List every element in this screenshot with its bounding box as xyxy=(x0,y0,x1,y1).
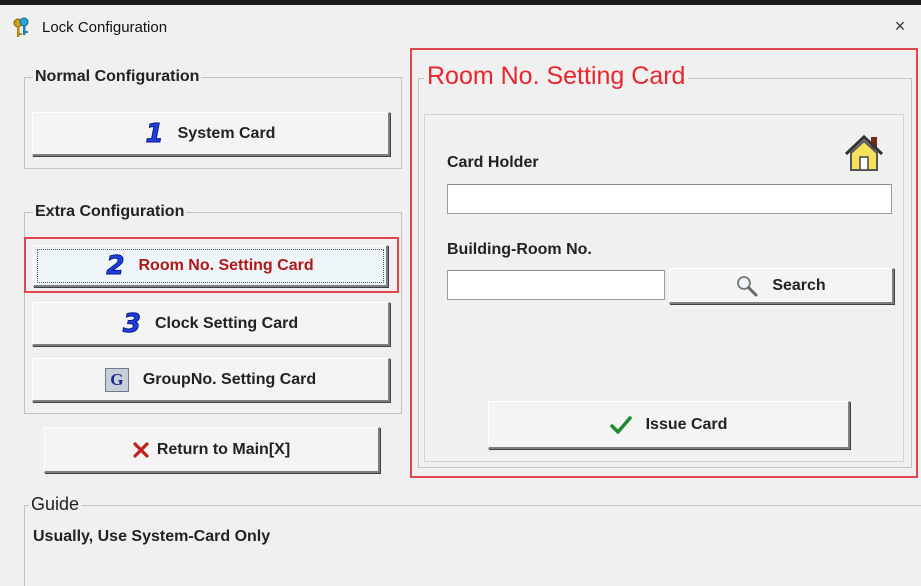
card-holder-input[interactable] xyxy=(447,184,892,214)
search-label: Search xyxy=(772,276,826,294)
group-no-setting-card-label: GroupNo. Setting Card xyxy=(142,370,317,388)
close-icon[interactable]: × xyxy=(889,15,911,37)
number-2-icon: 2 xyxy=(106,250,125,281)
system-card-button[interactable]: 1 System Card xyxy=(32,112,390,156)
clock-setting-card-button[interactable]: 3 Clock Setting Card xyxy=(32,302,390,346)
return-to-main-button[interactable]: Return to Main[X] xyxy=(44,427,380,473)
search-icon xyxy=(736,275,758,297)
number-3-icon: 3 xyxy=(122,308,141,339)
room-no-setting-card-label: Room No. Setting Card xyxy=(138,256,314,274)
search-button[interactable]: Search xyxy=(669,268,894,304)
guide-legend: Guide xyxy=(29,494,82,515)
system-card-label: System Card xyxy=(177,124,276,142)
normal-configuration-legend: Normal Configuration xyxy=(33,68,202,86)
window-title: Lock Configuration xyxy=(42,19,168,36)
clock-setting-card-label: Clock Setting Card xyxy=(154,314,299,332)
extra-configuration-legend: Extra Configuration xyxy=(33,203,187,221)
building-room-input[interactable] xyxy=(447,270,665,300)
issue-card-label: Issue Card xyxy=(645,415,728,433)
title-bar: Lock Configuration × xyxy=(0,5,921,45)
issue-card-button[interactable]: Issue Card xyxy=(488,401,850,449)
house-icon xyxy=(843,132,885,179)
group-no-setting-card-button[interactable]: G GroupNo. Setting Card xyxy=(32,358,390,402)
checkmark-icon xyxy=(609,415,632,435)
room-setting-panel-title: Room No. Setting Card xyxy=(424,62,689,91)
group-g-icon: G xyxy=(104,367,129,392)
keys-icon xyxy=(12,17,34,39)
x-mark-icon xyxy=(133,441,149,458)
building-room-label: Building-Room No. xyxy=(447,241,592,258)
card-holder-label: Card Holder xyxy=(447,154,539,171)
guide-text: Usually, Use System-Card Only xyxy=(33,528,271,545)
number-1-icon: 1 xyxy=(145,118,164,149)
room-no-setting-card-button[interactable]: 2 Room No. Setting Card xyxy=(33,245,388,287)
return-to-main-label: Return to Main[X] xyxy=(156,440,291,458)
